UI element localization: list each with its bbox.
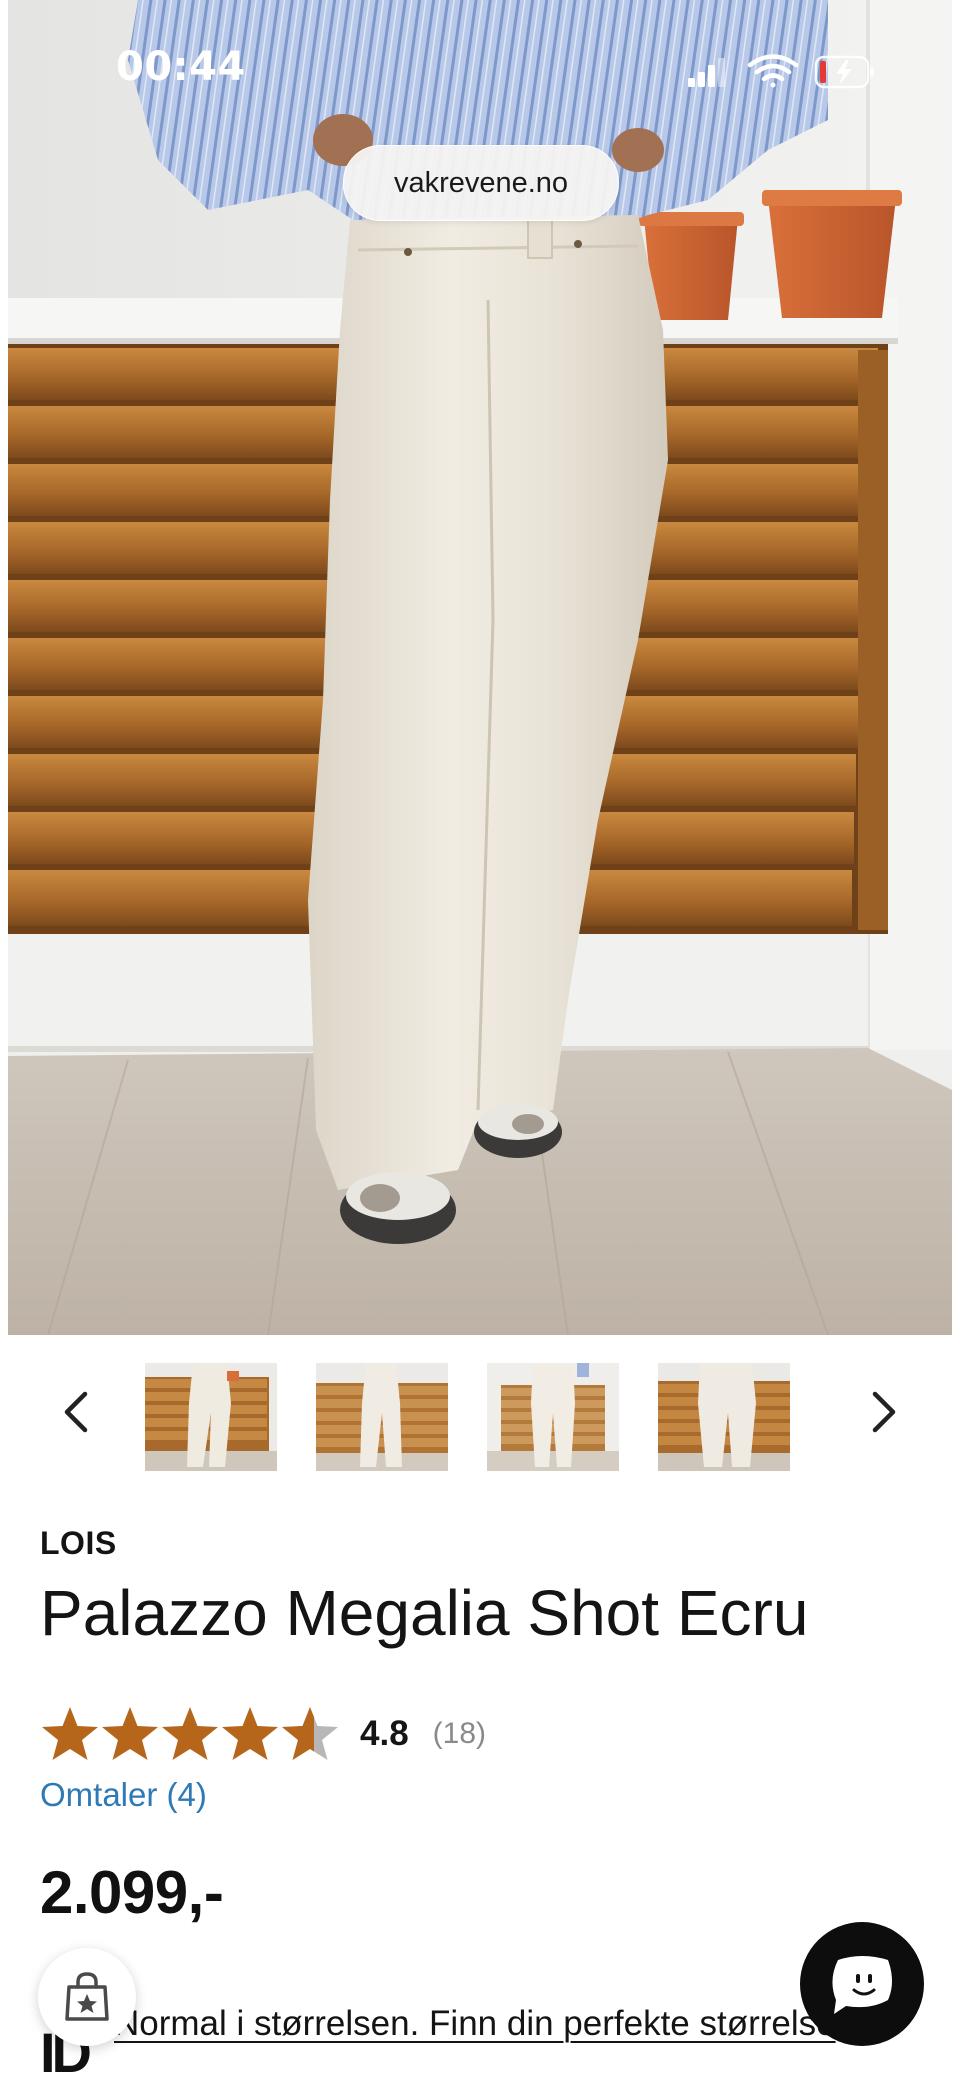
star-partial-icon	[282, 1707, 338, 1760]
star-full-icon	[162, 1707, 218, 1760]
browser-url-pill[interactable]: vakrevene.no	[343, 145, 619, 221]
chevron-right-icon	[872, 1391, 896, 1433]
thumbnail-3[interactable]	[487, 1363, 619, 1471]
star-full-icon	[102, 1707, 158, 1760]
product-title: Palazzo Megalia Shot Ecru	[40, 1577, 809, 1649]
rating-value: 4.8	[360, 1714, 409, 1753]
rating-count: (18)	[432, 1717, 487, 1750]
star-full-icon	[42, 1707, 98, 1760]
shopping-bag-star-icon	[65, 1972, 109, 2021]
thumbnail-image	[487, 1363, 619, 1471]
chevron-left-icon	[64, 1391, 88, 1433]
rating-stars	[40, 1705, 340, 1763]
product-price: 2.099,-	[40, 1859, 224, 1926]
size-guide-link[interactable]: Normal i størrelsen. Finn din perfekte s…	[114, 2000, 854, 2048]
carousel-next-button[interactable]	[854, 1382, 914, 1442]
thumbnail-image	[658, 1363, 790, 1471]
chat-face-icon	[832, 1956, 892, 2014]
thumbnail-image	[316, 1363, 448, 1471]
status-icons	[688, 54, 874, 89]
cellular-signal-icon	[688, 58, 725, 87]
shopping-bag-button[interactable]	[38, 1948, 136, 2046]
status-time: 00:44	[116, 44, 246, 90]
reviews-link[interactable]: Omtaler (4)	[40, 1776, 207, 1814]
thumbnail-image	[145, 1363, 277, 1471]
carousel-prev-button[interactable]	[46, 1382, 106, 1442]
url-text: vakrevene.no	[393, 166, 569, 199]
status-bar: 00:44	[0, 0, 960, 140]
thumbnail-4[interactable]	[658, 1363, 790, 1471]
chat-button[interactable]	[800, 1922, 924, 2046]
rating-row[interactable]: 4.8 (18)	[40, 1703, 486, 1765]
thumbnail-carousel	[0, 1360, 960, 1471]
product-brand[interactable]: LOIS	[40, 1525, 117, 1562]
star-full-icon	[222, 1707, 278, 1760]
thumbnail-1[interactable]	[145, 1363, 277, 1471]
thumbnail-2[interactable]	[316, 1363, 448, 1471]
battery-charging-icon	[814, 55, 874, 89]
wifi-icon	[747, 54, 799, 88]
